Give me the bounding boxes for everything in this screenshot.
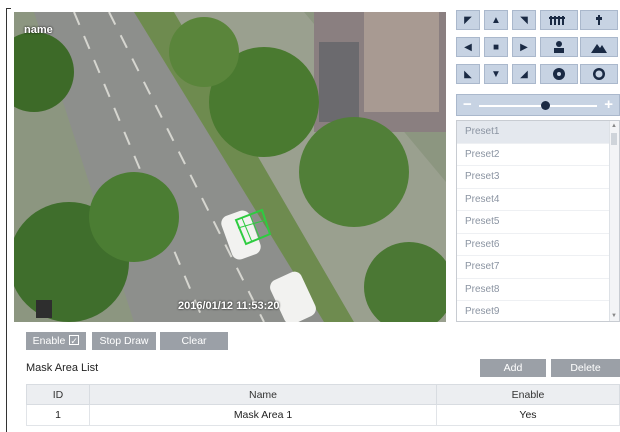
enable-checkbox[interactable]	[69, 332, 80, 350]
video-view[interactable]: name 2016/01/12 11:53:20	[14, 12, 446, 322]
delete-button[interactable]: Delete	[551, 359, 620, 377]
ptz-glyph: ▶	[520, 41, 528, 53]
preset-item[interactable]: Preset3	[457, 166, 609, 189]
focus-near-icon[interactable]	[540, 10, 578, 30]
zoom-out-icon[interactable]: −	[463, 96, 472, 113]
ptz-glyph: ■	[492, 41, 500, 53]
ptz-glyph: ▼	[491, 68, 501, 80]
ptz-glyph: ◣	[464, 68, 472, 80]
preset-item[interactable]: Preset9	[457, 301, 609, 321]
arrow-down-icon[interactable]: ▼	[484, 64, 508, 84]
ptz-glyph: ◥	[520, 14, 528, 26]
mountain-icon[interactable]	[580, 37, 618, 57]
scroll-up-icon[interactable]: ▲	[611, 123, 617, 129]
preset-item[interactable]: Preset4	[457, 189, 609, 211]
ptz-glyph: ◤	[464, 14, 472, 26]
focus-far-icon[interactable]	[580, 10, 618, 30]
iris-open-icon[interactable]	[580, 64, 618, 84]
table-row[interactable]: 1 Mask Area 1 Yes	[26, 404, 620, 426]
enable-button[interactable]: Enable	[26, 332, 86, 350]
scroll-thumb[interactable]	[611, 133, 617, 145]
preset-item[interactable]: Preset8	[457, 279, 609, 301]
add-button[interactable]: Add	[480, 359, 546, 377]
zoom-track	[479, 105, 597, 107]
stop-icon[interactable]: ■	[484, 37, 508, 57]
zoom-slider[interactable]: − +	[456, 94, 620, 116]
column-header-name: Name	[89, 384, 437, 405]
ptz-glyph: ◢	[520, 68, 528, 80]
ptz-glyph: ▲	[491, 14, 501, 26]
preset-list: Preset1 Preset2 Preset3 Preset4 Preset5 …	[456, 120, 620, 322]
arrow-down-left-icon[interactable]: ◣	[456, 64, 480, 84]
zoom-in-icon[interactable]: +	[604, 96, 613, 113]
arrow-up-left-icon[interactable]: ◤	[456, 10, 480, 30]
iris-close-icon[interactable]	[540, 64, 578, 84]
left-border-tick	[6, 8, 11, 9]
enable-label: Enable	[32, 335, 66, 347]
preset-item[interactable]: Preset6	[457, 234, 609, 256]
ptz-panel: ◤ ▲ ◥ ◀ ■ ▶ ◣ ▼ ◢ − +	[456, 10, 620, 120]
arrow-up-right-icon[interactable]: ◥	[512, 10, 536, 30]
column-header-enable: Enable	[436, 384, 620, 405]
arrow-left-icon[interactable]: ◀	[456, 37, 480, 57]
video-scene	[14, 12, 446, 322]
ptz-glyph: ◀	[464, 41, 472, 53]
mask-area-table: ID Name Enable 1 Mask Area 1 Yes	[26, 384, 620, 426]
column-header-id: ID	[26, 384, 90, 405]
left-border	[6, 8, 7, 432]
cell-name: Mask Area 1	[89, 404, 437, 426]
mask-area-list-title: Mask Area List	[26, 362, 99, 374]
table-header-row: ID Name Enable	[26, 384, 620, 405]
preset-item[interactable]: Preset5	[457, 211, 609, 234]
arrow-down-right-icon[interactable]: ◢	[512, 64, 536, 84]
arrow-right-icon[interactable]: ▶	[512, 37, 536, 57]
clear-button[interactable]: Clear	[160, 332, 228, 350]
preset-item[interactable]: Preset7	[457, 256, 609, 279]
stop-draw-button[interactable]: Stop Draw	[92, 332, 156, 350]
cell-enable: Yes	[436, 404, 620, 426]
preset-item[interactable]: Preset2	[457, 144, 609, 166]
camera-timestamp: 2016/01/12 11:53:20	[178, 300, 280, 312]
scroll-down-icon[interactable]: ▼	[611, 313, 617, 319]
person-icon[interactable]	[540, 37, 578, 57]
camera-name: name	[24, 24, 53, 36]
preset-item[interactable]: Preset1	[457, 121, 609, 144]
preset-scrollbar[interactable]: ▲ ▼	[609, 121, 619, 321]
zoom-knob[interactable]	[540, 101, 550, 110]
arrow-up-icon[interactable]: ▲	[484, 10, 508, 30]
cell-id: 1	[26, 404, 90, 426]
